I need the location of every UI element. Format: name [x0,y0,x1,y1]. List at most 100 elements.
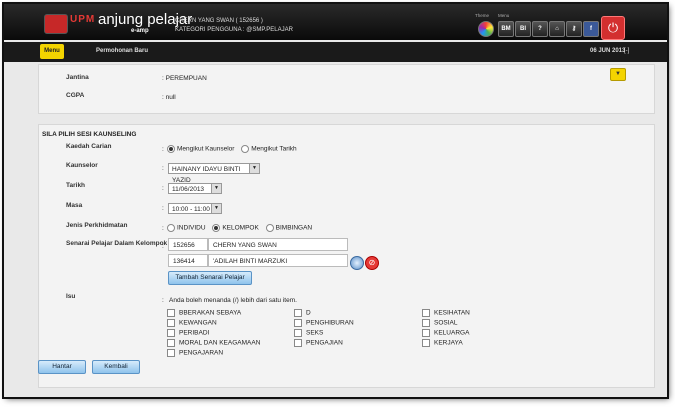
checkbox[interactable] [167,329,175,337]
colon: : [162,185,164,192]
menu-button[interactable]: Menu [40,44,64,59]
student-id-cell: 136414 [168,254,208,267]
menu-bar: Menu Permohonan Baru 06 JUN 2013 [-] [4,42,667,62]
menu-label: Menu [498,13,510,18]
radio-kelompok[interactable]: KELOMPOK [212,224,259,232]
section-title: SILA PILIH SESI KAUNSELING [42,131,137,138]
checkbox-label: SEKS [306,329,324,337]
radio-circle[interactable] [265,224,274,232]
checkbox-label: KERJAYA [434,339,463,347]
checkbox-label: KEWANGAN [179,319,217,327]
checkbox-item[interactable]: MORAL DAN KEAGAMAAN [167,339,260,347]
kaunselor-label: Kaunselor [66,162,98,169]
radio-mengikut-kaunselor[interactable]: Mengikut Kaunselor [167,145,234,153]
search-icon[interactable] [350,256,364,270]
student-name-cell: CHERN YANG SWAN [208,238,348,251]
radio-circle[interactable] [167,145,175,153]
kaunselor-select[interactable]: HAINANY IDAYU BINTI YAZID ▼ [168,163,260,184]
chevron-down-icon[interactable]: ▼ [249,164,259,173]
jenis-label: Jenis Perkhidmatan [66,222,128,229]
checkbox-item[interactable]: KERJAYA [422,339,463,347]
brand-letters: UPM [70,14,96,25]
radio-label: BIMBINGAN [275,224,313,232]
checkbox-item[interactable]: KEWANGAN [167,319,217,327]
menubar-toggle[interactable]: [-] [624,48,629,54]
radio-label: Mengikut Kaunselor [177,145,235,153]
radio-label: Mengikut Tarikh [251,145,297,153]
tarikh-select[interactable]: 11/06/2013 ▼ [168,183,222,194]
checkbox-item[interactable]: SEKS [294,329,323,337]
power-icon[interactable]: ⏻ [601,16,625,40]
checkbox[interactable] [294,319,302,327]
isu-label: Isu [66,293,76,300]
upm-logo [44,14,68,34]
masa-select[interactable]: 10:00 - 11:00 ▼ [168,203,222,214]
kaedah-label: Kaedah Carian [66,143,112,150]
chevron-down-icon[interactable]: ▼ [211,204,221,213]
colon: : [162,297,164,304]
collapse-button[interactable]: ▼ [610,68,626,81]
checkbox-item[interactable]: PENGAJARAN [167,349,223,357]
app-subtitle: e-amp [131,28,149,34]
jantina-label: Jantina [66,74,89,81]
checkbox[interactable] [167,339,175,347]
checkbox-item[interactable]: KESIHATAN [422,309,470,317]
checkbox-label: KESIHATAN [434,309,470,317]
masa-label: Masa [66,202,83,209]
colon: : [162,243,164,250]
student-info-panel [38,64,655,114]
checkbox-item[interactable]: PERIBADI [167,329,209,337]
theme-label: Theme [475,13,490,18]
chevron-down-icon[interactable]: ▼ [211,184,221,193]
theme-icon[interactable] [478,21,494,37]
hantar-button[interactable]: Hantar [38,360,86,374]
checkbox-label: BBERAKAN SEBAYA [179,309,242,317]
checkbox[interactable] [422,329,430,337]
top-bar: UPM anjung pelajar e-amp CHERN YANG SWAN… [4,4,667,40]
radio-circle[interactable] [241,145,250,153]
checkbox-label: SOSIAL [434,319,458,327]
home-icon[interactable]: ⌂ [549,21,565,37]
colon: : [162,225,164,232]
checkbox[interactable] [294,329,302,337]
radio-bimbingan[interactable]: BIMBINGAN [265,224,313,232]
checkbox-item[interactable]: KELUARGA [422,329,469,337]
select-value: 10:00 - 11:00 [172,206,210,213]
checkbox[interactable] [167,319,175,327]
checkbox[interactable] [167,349,175,357]
bm-button[interactable]: BM [498,21,514,37]
user-category: KATEGORI PENGGUNA : @SMP.PELAJAR [175,27,293,33]
kembali-button[interactable]: Kembali [92,360,140,374]
checkbox-item[interactable]: SOSIAL [422,319,457,327]
key-icon[interactable]: ⚷ [566,21,582,37]
radio-circle[interactable] [167,224,175,232]
checkbox[interactable] [422,309,430,317]
colon: : [162,146,164,153]
checkbox-item[interactable]: BBERAKAN SEBAYA [167,309,241,317]
help-icon[interactable]: ? [532,21,548,37]
checkbox-label: PENGAJARAN [179,349,224,357]
facebook-icon[interactable]: f [583,21,599,37]
checkbox[interactable] [294,339,302,347]
checkbox[interactable] [422,319,430,327]
checkbox-label: KELUARGA [434,329,470,337]
checkbox-item[interactable]: PENGAJIAN [294,339,343,347]
current-date: 06 JUN 2013 [590,48,626,54]
bi-button[interactable]: BI [515,21,531,37]
checkbox-item[interactable]: PENGHIBURAN [294,319,354,327]
cgpa-label: CGPA [66,92,85,99]
checkbox[interactable] [422,339,430,347]
colon: : [162,205,164,212]
remove-icon[interactable]: ⊘ [365,256,379,270]
permohonan-baru-link[interactable]: Permohonan Baru [96,48,148,54]
tambah-senarai-button[interactable]: Tambah Senarai Pelajar [168,271,252,285]
checkbox[interactable] [167,309,175,317]
checkbox-item[interactable]: D [294,309,311,317]
radio-circle[interactable] [212,224,221,232]
radio-mengikut-tarikh[interactable]: Mengikut Tarikh [241,145,297,153]
checkbox-label: D [306,309,311,317]
radio-individu[interactable]: INDIVIDU [167,224,206,232]
checkbox[interactable] [294,309,302,317]
student-name-cell: 'ADILAH BINTI MARZUKI [208,254,348,267]
app-window: UPM anjung pelajar e-amp CHERN YANG SWAN… [4,4,667,397]
